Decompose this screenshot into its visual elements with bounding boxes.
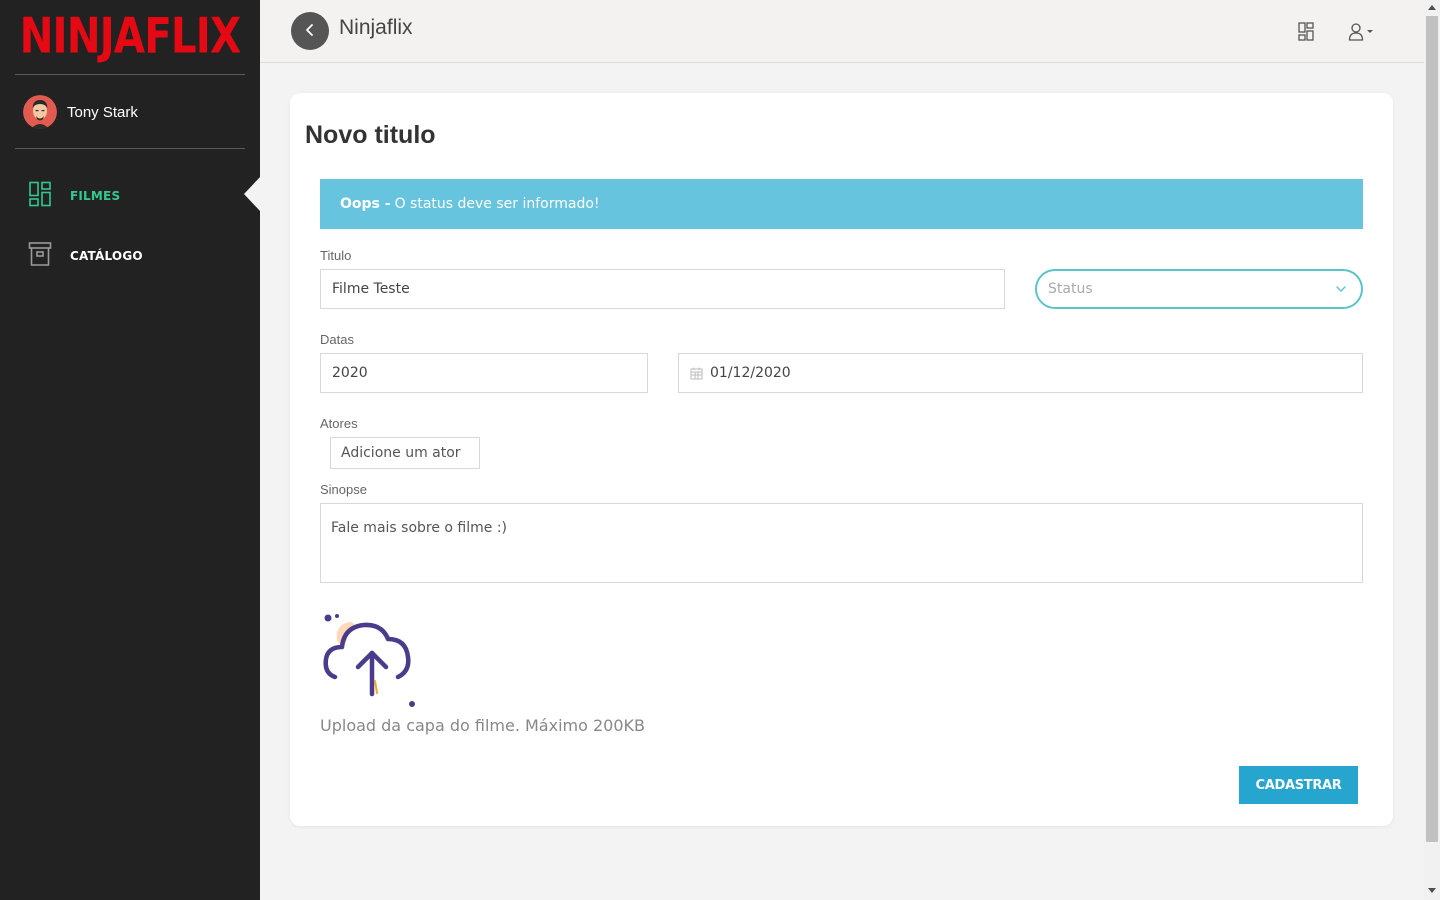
synopsis-textarea[interactable]: Fale mais sobre o filme :): [320, 503, 1363, 583]
sidebar-divider: [15, 148, 245, 149]
top-header: Ninjaflix: [260, 0, 1424, 63]
release-date-input[interactable]: 01/12/2020: [678, 353, 1363, 393]
cloud-upload-icon: [320, 614, 420, 713]
alert-prefix: Oops -: [340, 196, 391, 212]
titulo-label: Titulo: [320, 248, 352, 263]
sinopse-label: Sinopse: [320, 482, 367, 497]
titulo-value: Filme Teste: [332, 281, 410, 297]
back-arrow-icon: [303, 22, 317, 41]
logo-text: NINJAFLIX: [19, 7, 242, 65]
actor-placeholder: Adicione um ator: [341, 445, 461, 461]
cover-upload-dropzone[interactable]: [320, 609, 420, 709]
synopsis-placeholder: Fale mais sobre o filme :): [331, 520, 508, 536]
back-button[interactable]: [291, 12, 329, 50]
page-title: Ninjaflix: [339, 16, 413, 39]
cadastrar-button[interactable]: CADASTRAR: [1239, 766, 1358, 804]
user-name: Tony Stark: [67, 103, 138, 121]
error-alert: Oops - O status deve ser informado!: [320, 179, 1363, 229]
ninjaflix-logo[interactable]: NINJAFLIX: [15, 7, 245, 65]
form-title: Novo titulo: [305, 121, 436, 149]
scroll-up-arrow[interactable]: [1428, 5, 1436, 10]
avatar: [23, 95, 57, 129]
scroll-down-arrow[interactable]: [1428, 888, 1436, 893]
chevron-down-icon: [1335, 283, 1347, 299]
archive-box-icon: [28, 241, 52, 271]
sidebar-item-catalogo[interactable]: CATÁLOGO: [28, 241, 143, 271]
add-actor-input[interactable]: Adicione um ator: [330, 437, 480, 469]
datas-label: Datas: [320, 332, 354, 347]
year-value: 2020: [332, 365, 368, 381]
page-scrollbar[interactable]: [1424, 0, 1440, 900]
status-select[interactable]: Status: [1035, 269, 1363, 309]
active-indicator: [244, 177, 260, 211]
alert-message: O status deve ser informado!: [394, 196, 600, 212]
titulo-input[interactable]: Filme Teste: [320, 269, 1005, 309]
new-title-form-card: Novo titulo Oops - O status deve ser inf…: [290, 93, 1393, 826]
dashboard-grid-icon[interactable]: [1298, 22, 1314, 45]
sidebar-item-filmes[interactable]: FILMES: [28, 181, 120, 211]
year-input[interactable]: 2020: [320, 353, 648, 393]
atores-label: Atores: [320, 416, 358, 431]
user-menu[interactable]: [1348, 22, 1378, 45]
scroll-thumb[interactable]: [1426, 16, 1438, 842]
user-icon: [1348, 23, 1364, 41]
sidebar: NINJAFLIX Tony Stark FILMES CATÁLOGO: [0, 0, 260, 900]
status-placeholder: Status: [1048, 281, 1093, 297]
upload-hint: Upload da capa do filme. Máximo 200KB: [320, 716, 645, 735]
calendar-icon: [690, 367, 703, 380]
dashboard-grid-icon: [28, 181, 52, 211]
caret-down-icon: [1367, 30, 1373, 33]
user-profile[interactable]: Tony Stark: [23, 95, 138, 129]
sidebar-divider: [15, 74, 245, 75]
sidebar-item-label: FILMES: [70, 189, 121, 203]
sidebar-item-label: CATÁLOGO: [70, 249, 143, 263]
release-date-value: 01/12/2020: [710, 365, 791, 381]
